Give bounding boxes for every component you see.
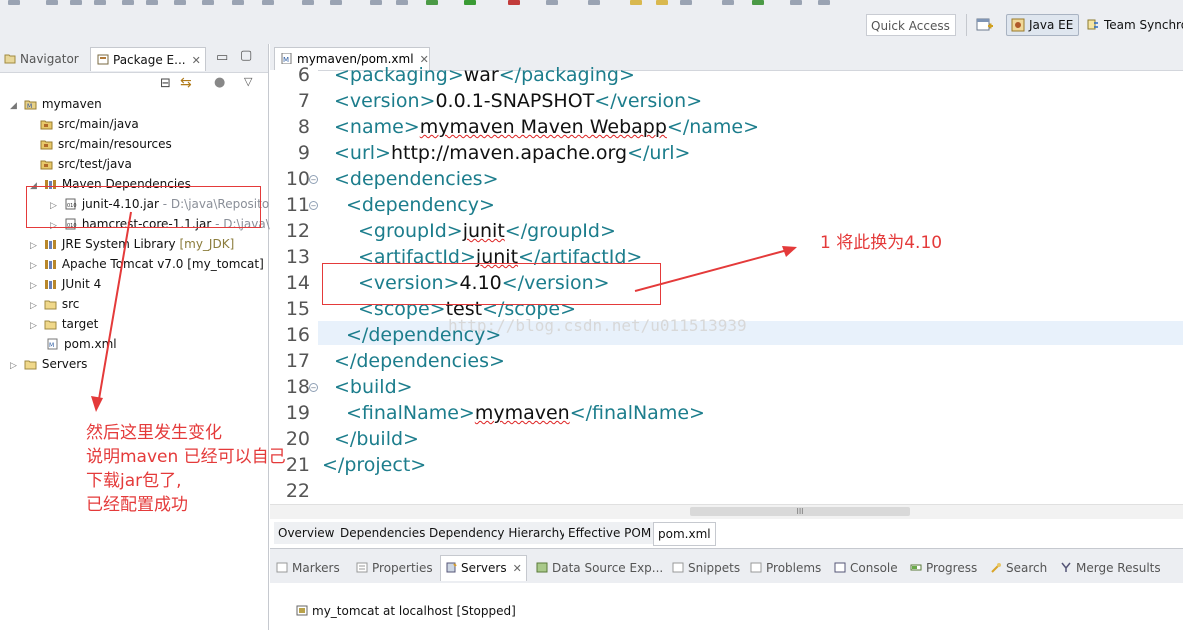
annotation-note-line-2: 说明maven 已经可以自己	[86, 447, 286, 467]
arrow-head-jars	[91, 396, 103, 412]
annotation-arrows	[91, 211, 797, 412]
annotation-note-line-3: 下载jar包了,	[86, 471, 182, 491]
annotation-note-line-4: 已经配置成功	[86, 495, 188, 515]
annotation-note-version: 1 将此换为4.10	[820, 233, 943, 253]
arrow-head-version	[782, 246, 797, 257]
arrow-line-version	[634, 247, 796, 292]
arrow-line-jars	[97, 211, 132, 406]
annotation-note-line-1: 然后这里发生变化	[86, 423, 222, 443]
